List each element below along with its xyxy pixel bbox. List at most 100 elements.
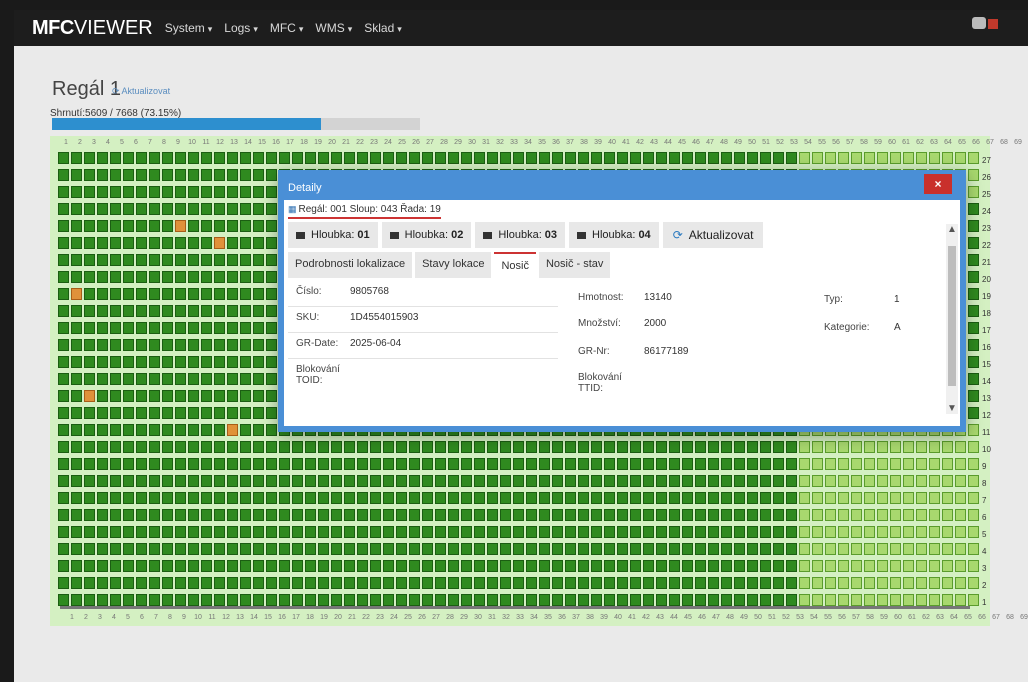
rack-cell[interactable] bbox=[591, 458, 602, 470]
rack-cell[interactable] bbox=[279, 509, 290, 521]
rack-cell[interactable] bbox=[58, 594, 69, 606]
rack-cell[interactable] bbox=[266, 203, 277, 215]
rack-cell[interactable] bbox=[149, 526, 160, 538]
rack-cell[interactable] bbox=[136, 356, 147, 368]
rack-cell[interactable] bbox=[513, 594, 524, 606]
rack-cell[interactable] bbox=[409, 475, 420, 487]
rack-cell[interactable] bbox=[409, 577, 420, 589]
rack-cell[interactable] bbox=[292, 594, 303, 606]
rack-cell[interactable] bbox=[188, 424, 199, 436]
rack-cell[interactable] bbox=[253, 407, 264, 419]
rack-cell[interactable] bbox=[409, 458, 420, 470]
rack-cell[interactable] bbox=[110, 356, 121, 368]
rack-cell[interactable] bbox=[253, 237, 264, 249]
rack-cell[interactable] bbox=[591, 509, 602, 521]
rack-cell[interactable] bbox=[214, 577, 225, 589]
rack-cell[interactable] bbox=[136, 237, 147, 249]
rack-cell[interactable] bbox=[214, 424, 225, 436]
rack-cell[interactable] bbox=[617, 543, 628, 555]
rack-cell[interactable] bbox=[604, 526, 615, 538]
rack-cell[interactable] bbox=[188, 543, 199, 555]
rack-cell[interactable] bbox=[58, 509, 69, 521]
rack-cell[interactable] bbox=[877, 492, 888, 504]
rack-cell[interactable] bbox=[682, 152, 693, 164]
rack-cell[interactable] bbox=[123, 407, 134, 419]
rack-cell[interactable] bbox=[773, 492, 784, 504]
rack-cell[interactable] bbox=[890, 560, 901, 572]
rack-cell[interactable] bbox=[656, 577, 667, 589]
rack-cell[interactable] bbox=[838, 152, 849, 164]
rack-cell[interactable] bbox=[201, 237, 212, 249]
rack-cell[interactable] bbox=[747, 458, 758, 470]
rack-cell[interactable] bbox=[266, 186, 277, 198]
rack-cell[interactable] bbox=[175, 339, 186, 351]
rack-cell[interactable] bbox=[773, 458, 784, 470]
rack-cell[interactable] bbox=[162, 152, 173, 164]
rack-cell[interactable] bbox=[539, 152, 550, 164]
rack-cell[interactable] bbox=[227, 509, 238, 521]
rack-cell[interactable] bbox=[448, 509, 459, 521]
rack-cell[interactable] bbox=[708, 560, 719, 572]
rack-cell[interactable] bbox=[305, 492, 316, 504]
rack-cell[interactable] bbox=[630, 492, 641, 504]
rack-cell[interactable] bbox=[461, 152, 472, 164]
rack-cell[interactable] bbox=[773, 509, 784, 521]
rack-cell[interactable] bbox=[578, 441, 589, 453]
rack-cell[interactable] bbox=[903, 560, 914, 572]
rack-cell[interactable] bbox=[123, 441, 134, 453]
rack-cell[interactable] bbox=[955, 543, 966, 555]
rack-cell[interactable] bbox=[773, 441, 784, 453]
rack-cell[interactable] bbox=[58, 203, 69, 215]
rack-cell[interactable] bbox=[435, 594, 446, 606]
rack-cell[interactable] bbox=[188, 509, 199, 521]
rack-cell[interactable] bbox=[890, 509, 901, 521]
rack-cell[interactable] bbox=[175, 152, 186, 164]
rack-cell[interactable] bbox=[331, 560, 342, 572]
rack-cell[interactable] bbox=[214, 305, 225, 317]
rack-cell[interactable] bbox=[201, 543, 212, 555]
rack-cell[interactable] bbox=[71, 560, 82, 572]
rack-cell[interactable] bbox=[84, 152, 95, 164]
rack-cell[interactable] bbox=[578, 492, 589, 504]
rack-cell[interactable] bbox=[214, 186, 225, 198]
rack-cell[interactable] bbox=[253, 271, 264, 283]
rack-cell[interactable] bbox=[136, 509, 147, 521]
rack-cell[interactable] bbox=[240, 373, 251, 385]
rack-cell[interactable] bbox=[695, 458, 706, 470]
rack-cell[interactable] bbox=[136, 373, 147, 385]
rack-cell[interactable] bbox=[253, 339, 264, 351]
rack-cell[interactable] bbox=[604, 152, 615, 164]
rack-cell[interactable] bbox=[838, 526, 849, 538]
rack-cell[interactable] bbox=[162, 509, 173, 521]
rack-cell[interactable] bbox=[97, 543, 108, 555]
rack-cell[interactable] bbox=[578, 594, 589, 606]
rack-cell[interactable] bbox=[864, 560, 875, 572]
rack-cell[interactable] bbox=[149, 594, 160, 606]
rack-cell[interactable] bbox=[227, 288, 238, 300]
rack-cell[interactable] bbox=[955, 594, 966, 606]
rack-cell[interactable] bbox=[617, 492, 628, 504]
rack-cell[interactable] bbox=[266, 594, 277, 606]
rack-cell[interactable] bbox=[513, 577, 524, 589]
rack-cell[interactable] bbox=[942, 577, 953, 589]
rack-cell[interactable] bbox=[110, 373, 121, 385]
rack-cell[interactable] bbox=[110, 543, 121, 555]
rack-cell[interactable] bbox=[487, 458, 498, 470]
rack-cell[interactable] bbox=[799, 458, 810, 470]
rack-cell[interactable] bbox=[240, 339, 251, 351]
rack-cell[interactable] bbox=[214, 526, 225, 538]
rack-cell[interactable] bbox=[968, 237, 979, 249]
rack-cell[interactable] bbox=[253, 509, 264, 521]
rack-cell[interactable] bbox=[695, 475, 706, 487]
rack-cell[interactable] bbox=[71, 577, 82, 589]
rack-cell[interactable] bbox=[812, 594, 823, 606]
rack-cell[interactable] bbox=[266, 475, 277, 487]
rack-cell[interactable] bbox=[240, 254, 251, 266]
rack-cell[interactable] bbox=[604, 475, 615, 487]
rack-cell[interactable] bbox=[604, 560, 615, 572]
rack-cell[interactable] bbox=[279, 594, 290, 606]
rack-cell[interactable] bbox=[331, 526, 342, 538]
rack-cell[interactable] bbox=[487, 543, 498, 555]
rack-cell[interactable] bbox=[474, 560, 485, 572]
rack-cell[interactable] bbox=[370, 441, 381, 453]
